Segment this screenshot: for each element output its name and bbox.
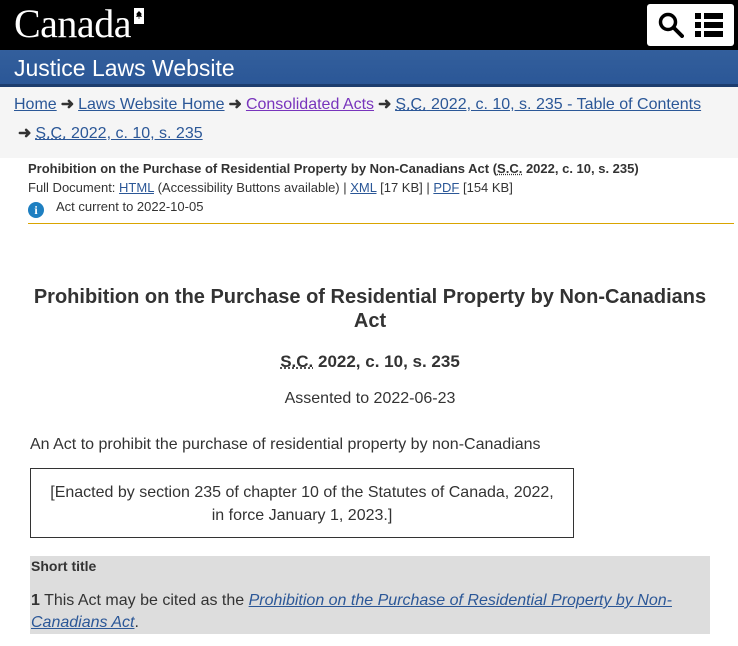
flag-icon xyxy=(131,8,147,24)
act-title: Prohibition on the Purchase of Residenti… xyxy=(33,286,707,332)
site-title-link[interactable]: Justice Laws Website xyxy=(14,55,235,81)
section-heading: Short title xyxy=(31,558,97,574)
pdf-link[interactable]: PDF xyxy=(433,180,459,195)
arrow-right-icon: ➜ xyxy=(18,125,32,142)
html-note: (Accessibility Buttons available) | xyxy=(153,180,351,195)
breadcrumb-home[interactable]: Home xyxy=(14,96,57,113)
arrow-right-icon: ➜ xyxy=(228,96,242,113)
document-title-citation: 2022, c. 10, s. 235) xyxy=(522,161,639,176)
arrow-right-icon: ➜ xyxy=(60,96,75,113)
section-text-after: . xyxy=(134,614,139,631)
menu-list-icon[interactable] xyxy=(695,12,723,38)
document-info: Prohibition on the Purchase of Residenti… xyxy=(28,159,734,224)
sc-abbr: S.C. xyxy=(497,161,523,176)
search-icon[interactable] xyxy=(658,12,684,38)
breadcrumb-table-of-contents[interactable]: S.C. 2022, c. 10, s. 235 - Table of Cont… xyxy=(395,96,701,113)
act-current-date: Act current to 2022-10-05 xyxy=(56,199,204,214)
section-number: 1 xyxy=(31,592,40,609)
canada-wordmark[interactable]: Canada xyxy=(14,2,131,46)
sc-abbr: S.C. xyxy=(280,352,314,371)
full-document-label: Full Document: xyxy=(28,180,120,195)
breadcrumb-consolidated-acts[interactable]: Consolidated Acts xyxy=(246,96,374,113)
info-icon[interactable]: i xyxy=(28,202,44,218)
full-document-row: Full Document: HTML (Accessibility Butto… xyxy=(28,178,734,197)
breadcrumb-row-1: Home ➜ Laws Website Home ➜ Consolidated Acts… xyxy=(14,95,701,115)
sc-abbr: S.C. xyxy=(35,125,67,142)
enactment-line-2: in force January 1, 2023.] xyxy=(211,507,393,524)
xml-size: [17 KB] | xyxy=(376,180,434,195)
section-text: 1 This Act may be cited as the Prohibiti… xyxy=(31,590,701,634)
pdf-size: [154 KB] xyxy=(459,180,513,195)
arrow-right-icon: ➜ xyxy=(378,96,392,113)
long-title: An Act to prohibit the purchase of resid… xyxy=(30,436,541,453)
government-banner: Canada xyxy=(0,0,738,50)
xml-link[interactable]: XML xyxy=(350,180,376,195)
section-text-before: This Act may be cited as the xyxy=(39,592,249,609)
document-title-text: Prohibition on the Purchase of Residenti… xyxy=(28,161,498,176)
assent-date: Assented to 2022-06-23 xyxy=(284,390,456,407)
enactment-note: [Enacted by section 235 of chapter 10 of… xyxy=(30,468,574,538)
act-citation: S.C. 2022, c. 10, s. 235 xyxy=(28,352,712,372)
current-label: 2022, c. 10, s. 235 xyxy=(66,125,203,142)
site-title-band: Justice Laws Website xyxy=(0,50,738,87)
enactment-line-1: [Enacted by section 235 of chapter 10 of… xyxy=(50,484,554,501)
html-link[interactable]: HTML xyxy=(119,180,154,195)
breadcrumb-laws-home[interactable]: Laws Website Home xyxy=(78,96,224,113)
wordmark-text: Canada xyxy=(14,1,131,46)
toc-label: 2022, c. 10, s. 235 - Table of Contents xyxy=(426,96,702,113)
sc-abbr: S.C. xyxy=(395,96,427,113)
breadcrumb: Home ➜ Laws Website Home ➜ Consolidated Acts… xyxy=(0,87,738,158)
breadcrumb-row-2: ➜ S.C. 2022, c. 10, s. 235 xyxy=(14,124,203,144)
breadcrumb-current[interactable]: S.C. 2022, c. 10, s. 235 xyxy=(35,125,202,142)
citation-text: 2022, c. 10, s. 235 xyxy=(313,352,460,371)
currency-row: i Act current to 2022-10-05 xyxy=(28,197,734,218)
search-menu-toggle[interactable] xyxy=(647,4,734,46)
document-title: Prohibition on the Purchase of Residenti… xyxy=(28,159,734,178)
section-short-title: Short title 1 This Act may be cited as t… xyxy=(30,556,710,634)
